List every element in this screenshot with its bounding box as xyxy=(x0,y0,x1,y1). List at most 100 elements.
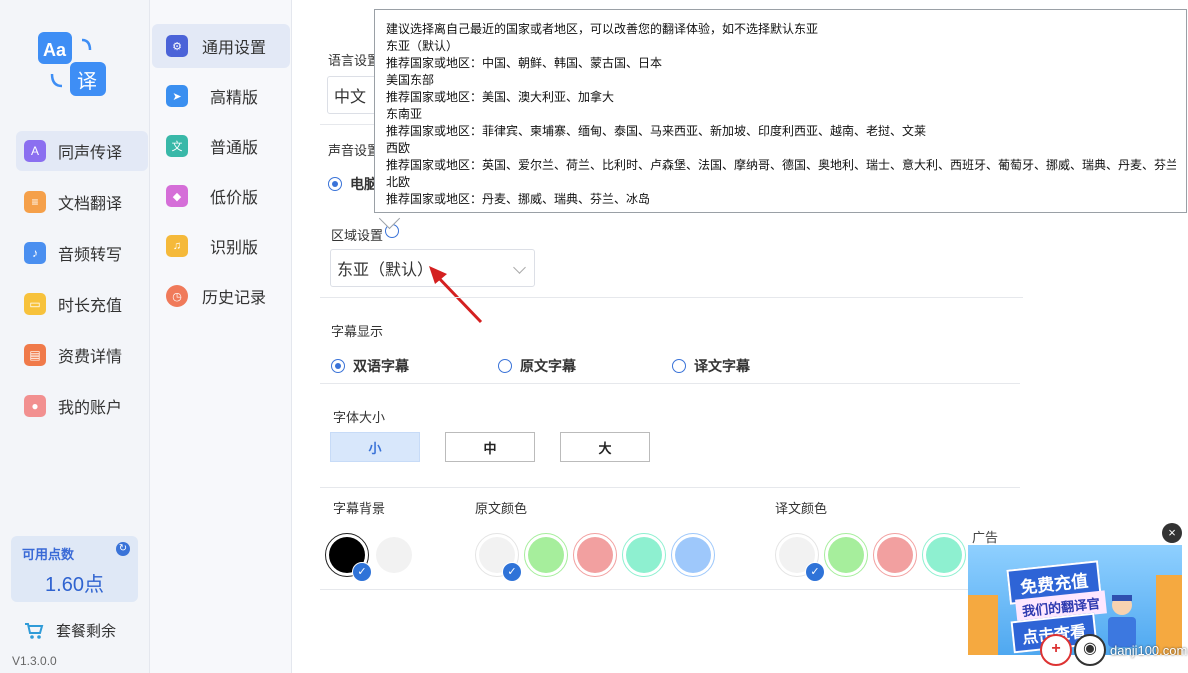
check-icon: ✓ xyxy=(352,562,372,582)
subnav-item-label: 低价版 xyxy=(210,190,259,207)
radio-dot xyxy=(498,359,512,373)
check-icon: ✓ xyxy=(805,562,825,582)
points-title: 可用点数 xyxy=(22,547,75,562)
user-icon: ● xyxy=(24,395,46,417)
settings-subnav: ⚙ 通用设置 ➤ 高精版 文 普通版 ◆ 低价版 ♫ 识别版 ◷ 历史记录 xyxy=(150,0,292,673)
sidebar-item-audio[interactable]: ♪ 音频转写 xyxy=(16,233,148,273)
target-swatch-red[interactable] xyxy=(877,537,913,573)
microphone-icon: ♫ xyxy=(166,235,188,257)
subnav-item-general[interactable]: ⚙ 通用设置 xyxy=(152,24,290,68)
watermark-text: danji100.com xyxy=(1110,642,1188,658)
version-text: V1.3.0.0 xyxy=(12,654,57,668)
subnav-item-recognition[interactable]: ♫ 识别版 xyxy=(152,224,290,268)
target-color-label: 译文颜色 xyxy=(775,501,828,516)
package-remaining[interactable]: 套餐剩余 xyxy=(24,620,116,641)
sidebar-item-label: 我的账户 xyxy=(58,400,123,417)
tooltip-line: 西欧 xyxy=(386,141,411,155)
sidebar-item-label: 音频转写 xyxy=(58,247,123,264)
svg-text:译: 译 xyxy=(77,69,97,93)
subtitle-label: 字幕显示 xyxy=(331,324,384,339)
check-icon: ✓ xyxy=(502,562,522,582)
main-sidebar: Aa 译 A 同声传译 ≡ 文档翻译 ♪ 音频转写 ▭ 时长充值 ▤ 资费详情 … xyxy=(0,0,150,673)
app-logo-icon: Aa 译 xyxy=(38,32,106,96)
subtitle-target[interactable]: 译文字幕 xyxy=(672,356,750,376)
sidebar-item-recharge[interactable]: ▭ 时长充值 xyxy=(16,284,148,324)
ad-label: 广告 xyxy=(972,530,999,545)
refresh-icon[interactable]: ↻ xyxy=(116,542,130,556)
region-help-tooltip: 建议选择离自己最近的国家或者地区，可以改善您的翻译体验，如不选择默认东亚 东亚（… xyxy=(374,9,1187,213)
subnav-item-standard[interactable]: 文 普通版 xyxy=(152,124,290,168)
red-arrow-annotation xyxy=(429,266,483,324)
subnav-item-premium[interactable]: ➤ 高精版 xyxy=(152,74,290,118)
font-size-medium-button[interactable]: 中 xyxy=(445,432,535,462)
subnav-item-label: 通用设置 xyxy=(202,40,267,57)
rocket-icon: ➤ xyxy=(166,85,188,107)
building-graphic xyxy=(968,595,998,655)
sidebar-item-pricing[interactable]: ▤ 资费详情 xyxy=(16,335,148,375)
chevron-down-icon xyxy=(513,261,526,274)
sidebar-item-account[interactable]: ● 我的账户 xyxy=(16,386,148,426)
radio-dot xyxy=(328,177,342,191)
sidebar-item-label: 资费详情 xyxy=(58,349,123,366)
subnav-item-label: 历史记录 xyxy=(202,290,267,307)
document-icon: ≡ xyxy=(24,191,46,213)
tooltip-line: 东南亚 xyxy=(386,107,423,121)
wallet-icon: ▭ xyxy=(24,293,46,315)
clock-icon: ◷ xyxy=(166,285,188,307)
tooltip-line: 推荐国家或地区：英国、爱尔兰、荷兰、比利时、卢森堡、法国、摩纳哥、德国、奥地利、… xyxy=(386,158,1176,172)
tooltip-line: 推荐国家或地区：中国、朝鲜、韩国、蒙古国、日本 xyxy=(386,56,663,70)
simultaneous-translate-icon: A xyxy=(24,140,46,162)
source-swatch-green[interactable] xyxy=(528,537,564,573)
ticket-icon: ▤ xyxy=(24,344,46,366)
font-size-small-button[interactable]: 小 xyxy=(330,432,420,462)
source-swatch-teal[interactable] xyxy=(626,537,662,573)
radio-dot xyxy=(672,359,686,373)
target-swatch-green[interactable] xyxy=(828,537,864,573)
tooltip-line: 推荐国家或地区：菲律宾、柬埔寨、缅甸、泰国、马来西亚、新加坡、印度利西亚、越南、… xyxy=(386,124,927,138)
target-swatch-teal[interactable] xyxy=(926,537,962,573)
watermark: + ◉ danji100.com xyxy=(1040,634,1187,666)
subnav-item-history[interactable]: ◷ 历史记录 xyxy=(152,274,290,318)
subtitle-option-label: 译文字幕 xyxy=(694,358,750,374)
tooltip-line: 美国东部 xyxy=(386,73,435,87)
sidebar-item-document[interactable]: ≡ 文档翻译 xyxy=(16,182,148,222)
subnav-item-label: 识别版 xyxy=(210,240,259,257)
sidebar-item-simultaneous[interactable]: A 同声传译 xyxy=(16,131,148,171)
divider xyxy=(320,487,1020,488)
source-color-label: 原文颜色 xyxy=(475,501,528,516)
font-size-large-button[interactable]: 大 xyxy=(560,432,650,462)
sidebar-item-label: 时长充值 xyxy=(58,298,123,315)
subtitle-option-label: 双语字幕 xyxy=(353,358,409,374)
plus-icon: + xyxy=(1040,634,1072,666)
bg-swatch-light-gray[interactable] xyxy=(376,537,412,573)
subnav-item-label: 高精版 xyxy=(210,90,259,107)
radio-dot xyxy=(331,359,345,373)
package-label: 套餐剩余 xyxy=(56,623,117,640)
tag-icon: ◆ xyxy=(166,185,188,207)
sound-label: 声音设置 xyxy=(328,143,381,158)
divider xyxy=(320,297,1023,298)
subnav-item-lowcost[interactable]: ◆ 低价版 xyxy=(152,174,290,218)
subnav-item-label: 普通版 xyxy=(210,140,259,157)
font-size-label: 字体大小 xyxy=(333,410,386,425)
subtitle-option-label: 原文字幕 xyxy=(520,358,576,374)
circle-icon: ◉ xyxy=(1074,634,1106,666)
sound-option-computer[interactable]: 电脑 xyxy=(328,174,378,194)
subtitle-bilingual[interactable]: 双语字幕 xyxy=(331,356,409,376)
source-swatch-blue[interactable] xyxy=(675,537,711,573)
sidebar-item-label: 同声传译 xyxy=(58,145,123,162)
tooltip-line: 北欧 xyxy=(386,175,411,189)
subtitle-source[interactable]: 原文字幕 xyxy=(498,356,576,376)
subtitle-bg-label: 字幕背景 xyxy=(333,501,386,516)
close-icon[interactable]: × xyxy=(1162,523,1182,543)
points-card: 可用点数 ↻ 1.60点 xyxy=(11,536,138,602)
tooltip-line: 推荐国家或地区：丹麦、挪威、瑞典、芬兰、冰岛 xyxy=(386,192,651,206)
tooltip-line: 建议选择离自己最近的国家或者地区，可以改善您的翻译体验，如不选择默认东亚 xyxy=(386,22,819,36)
divider xyxy=(320,383,1020,384)
divider xyxy=(320,124,380,125)
region-label: 区域设置 xyxy=(331,228,384,243)
svg-text:Aa: Aa xyxy=(43,40,67,60)
source-swatch-red[interactable] xyxy=(577,537,613,573)
folder-audio-icon: ♪ xyxy=(24,242,46,264)
translate-icon: 文 xyxy=(166,135,188,157)
